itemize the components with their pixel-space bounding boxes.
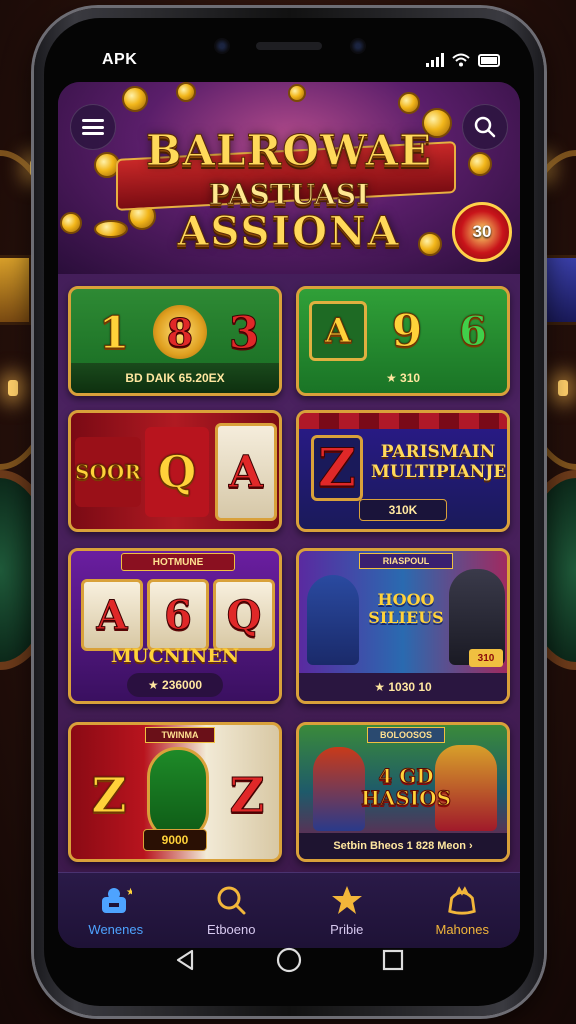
hero-title-line1: BALROWAE — [145, 126, 433, 176]
reel-symbol: SOOR — [75, 437, 141, 507]
phone-bezel: APK BALROWAE PASTUASI ASSIONA 30 1 8 3 B… — [44, 18, 534, 1006]
game-card-2[interactable]: A 9 6 ★ 310 — [296, 286, 510, 396]
background-lamp — [558, 380, 568, 396]
game-card-5[interactable]: HOTMUNE A 6 Q MUCNINEN ★ 236000 — [68, 548, 282, 704]
reel-symbol: Z — [91, 768, 127, 825]
reel-symbol: 6 — [459, 307, 488, 355]
home-icon: ★ — [100, 884, 132, 916]
background-lamp — [8, 380, 18, 396]
status-bar: APK — [44, 46, 534, 74]
game-card-title: 4 GD HASIOS — [360, 764, 452, 810]
game-card-caption: 9000 — [143, 829, 207, 851]
game-card-8[interactable]: BOLOOSOS 4 GD HASIOS Setbin Bheos 1 828 … — [296, 722, 510, 862]
reel-symbol: A — [81, 579, 143, 651]
bottom-navigation: ★ Wenenes Etboeno Pribie Mahones — [58, 872, 520, 948]
game-card-title: HOOO SILIEUS — [368, 590, 444, 627]
reel-symbol: A — [215, 423, 277, 521]
reel-symbol: Z — [311, 435, 363, 501]
hero-badge: 30 — [452, 202, 512, 262]
reel-symbol: Z — [229, 768, 265, 825]
star-icon — [331, 884, 363, 916]
game-card-7[interactable]: TWINMA Z Z 9000 — [68, 722, 282, 862]
curtain-decoration — [299, 413, 507, 429]
search-icon — [474, 116, 496, 138]
hero-title-line2: PASTUASI — [208, 178, 370, 212]
reel-symbol: 6 — [147, 579, 209, 651]
game-card-6[interactable]: RIASPOUL HOOO SILIEUS 310 ★ 1030 10 — [296, 548, 510, 704]
character-woman-illustration — [307, 575, 359, 665]
svg-text:★: ★ — [126, 887, 132, 898]
reel-symbol: Q — [145, 427, 209, 517]
reel-symbol-wild — [147, 747, 209, 841]
reel-symbol: Q — [213, 579, 275, 651]
app-screen: BALROWAE PASTUASI ASSIONA 30 1 8 3 BD DA… — [58, 82, 520, 948]
game-card-caption: BD DAIK 65.20EX — [71, 363, 279, 393]
gold-coin-icon — [398, 92, 420, 114]
gold-coin-icon — [122, 86, 148, 112]
crown-bag-icon — [446, 884, 478, 916]
game-card-1[interactable]: 1 8 3 BD DAIK 65.20EX — [68, 286, 282, 396]
game-card-caption: ★ 236000 — [127, 673, 223, 697]
hero-banner[interactable]: BALROWAE PASTUASI ASSIONA 30 — [58, 82, 520, 274]
game-card-3[interactable]: SOOR Q A — [68, 410, 282, 532]
game-card-caption: ★ 1030 10 — [299, 673, 507, 701]
recents-icon[interactable] — [382, 949, 404, 971]
background-screen-right — [544, 255, 576, 325]
game-card-title: PARISMAIN MULTIPIANJEN — [371, 442, 510, 482]
game-card-banner: RIASPOUL — [359, 553, 453, 569]
nav-label: Etboeno — [207, 922, 256, 937]
home-circle-icon[interactable] — [276, 947, 302, 973]
game-card-caption[interactable]: Setbin Bheos 1 828 Meon › — [299, 833, 507, 859]
back-icon[interactable] — [174, 949, 196, 971]
reel-symbol: 1 — [98, 307, 130, 359]
reel-symbol: 3 — [228, 307, 260, 359]
hamburger-icon — [82, 119, 104, 135]
status-app-label: APK — [102, 51, 138, 68]
search-icon — [215, 884, 247, 916]
nav-item-home[interactable]: ★ Wenenes — [66, 884, 166, 937]
nav-label: Mahones — [435, 922, 489, 937]
reel-symbol: 8 — [153, 305, 207, 359]
game-card-badge: 310 — [469, 649, 503, 667]
search-button[interactable] — [462, 104, 508, 150]
nav-label: Wenenes — [88, 922, 144, 937]
gold-coin-icon — [288, 84, 306, 102]
game-card-title: MUCNINEN — [110, 645, 240, 667]
gold-coin-icon — [176, 82, 196, 102]
status-icons — [426, 53, 500, 67]
nav-label: Pribie — [330, 922, 364, 937]
game-card-banner: TWINMA — [145, 727, 215, 743]
reel-symbol: 9 — [391, 305, 423, 357]
background-screen-left — [0, 255, 32, 325]
game-card-4[interactable]: Z PARISMAIN MULTIPIANJEN 310K — [296, 410, 510, 532]
hero-title-line3: ASSIONA — [177, 208, 401, 256]
nav-item-rewards[interactable]: Mahones — [412, 884, 512, 937]
phone-frame: APK BALROWAE PASTUASI ASSIONA 30 1 8 3 B… — [34, 8, 544, 1016]
wifi-icon — [452, 53, 470, 67]
game-card-banner: HOTMUNE — [121, 553, 235, 571]
game-card-caption: ★ 310 — [385, 371, 421, 385]
game-card-caption: 310K — [359, 499, 447, 521]
nav-item-favorites[interactable]: Pribie — [297, 884, 397, 937]
system-navigation-bar — [44, 940, 534, 980]
signal-icon — [426, 53, 444, 67]
nav-item-search[interactable]: Etboeno — [181, 884, 281, 937]
menu-button[interactable] — [70, 104, 116, 150]
battery-icon — [478, 53, 500, 67]
game-card-banner: BOLOOSOS — [367, 727, 445, 743]
reel-symbol: A — [309, 301, 367, 361]
